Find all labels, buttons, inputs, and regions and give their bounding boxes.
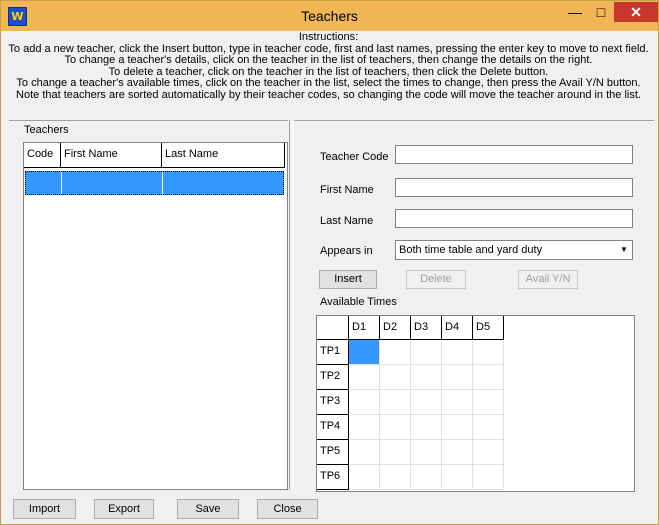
time-slot-cell[interactable] xyxy=(349,465,380,490)
row-cell-first-name xyxy=(62,172,163,194)
time-slot-cell[interactable] xyxy=(473,465,504,490)
last-name-input[interactable] xyxy=(395,209,633,228)
day-header[interactable]: D3 xyxy=(411,316,442,340)
first-name-label: First Name xyxy=(320,184,374,196)
appears-in-label: Appears in xyxy=(320,245,373,257)
time-slot-cell[interactable] xyxy=(442,340,473,365)
time-slot-cell[interactable] xyxy=(473,390,504,415)
time-slot-cell[interactable] xyxy=(380,365,411,390)
appears-in-select[interactable]: Both time table and yard duty ▼ xyxy=(395,240,633,260)
time-slot-cell[interactable] xyxy=(473,440,504,465)
day-header[interactable]: D4 xyxy=(442,316,473,340)
time-slot-cell[interactable] xyxy=(411,415,442,440)
time-slot-cell[interactable] xyxy=(380,340,411,365)
day-header[interactable]: D1 xyxy=(349,316,380,340)
time-slot-cell[interactable] xyxy=(349,365,380,390)
time-slot-cell[interactable] xyxy=(349,415,380,440)
row-cell-last-name xyxy=(163,172,283,194)
time-slot-cell[interactable] xyxy=(380,390,411,415)
instruction-line: To change a teacher's available times, c… xyxy=(16,77,641,89)
grid-corner xyxy=(317,316,349,340)
save-button[interactable]: Save xyxy=(177,499,239,519)
time-slot-cell[interactable] xyxy=(349,340,380,365)
time-slot-cell[interactable] xyxy=(442,465,473,490)
time-slot-cell[interactable] xyxy=(411,365,442,390)
time-slot-cell[interactable] xyxy=(349,390,380,415)
day-header[interactable]: D5 xyxy=(473,316,504,340)
time-slot-cell[interactable] xyxy=(380,465,411,490)
period-header[interactable]: TP4 xyxy=(317,415,349,440)
close-window-button[interactable]: ✕ xyxy=(614,2,658,22)
close-button[interactable]: Close xyxy=(257,499,318,519)
time-slot-cell[interactable] xyxy=(473,340,504,365)
time-slot-cell[interactable] xyxy=(411,340,442,365)
insert-button[interactable]: Insert xyxy=(319,270,377,289)
time-slot-cell[interactable] xyxy=(349,440,380,465)
period-header[interactable]: TP3 xyxy=(317,390,349,415)
instructions-heading: Instructions: xyxy=(298,31,359,43)
instruction-line: To change a teacher's details, click on … xyxy=(64,54,593,66)
teachers-label: Teachers xyxy=(24,124,69,136)
panel-splitter[interactable] xyxy=(289,120,293,490)
time-slot-cell[interactable] xyxy=(473,415,504,440)
instructions: Instructions: To add a new teacher, clic… xyxy=(0,31,657,101)
maximize-button[interactable]: □ xyxy=(588,2,614,22)
available-times-label: Available Times xyxy=(320,296,397,308)
period-header[interactable]: TP6 xyxy=(317,465,349,490)
window-title: Teachers xyxy=(301,8,358,24)
column-header-first-name[interactable]: First Name xyxy=(61,143,162,168)
time-slot-cell[interactable] xyxy=(411,440,442,465)
appears-in-value: Both time table and yard duty xyxy=(399,244,543,256)
teacher-code-input[interactable] xyxy=(395,145,633,164)
teachers-list[interactable]: Code First Name Last Name xyxy=(23,142,288,490)
minimize-button[interactable]: — xyxy=(562,2,588,22)
available-times-grid[interactable]: D1 D2 D3 D4 D5 TP1 TP2 TP3 TP4 TP5 TP6 xyxy=(316,315,635,492)
bottom-toolbar: Import Export Save Close xyxy=(0,492,657,523)
time-slot-cell[interactable] xyxy=(411,465,442,490)
time-slot-cell[interactable] xyxy=(442,440,473,465)
day-header[interactable]: D2 xyxy=(380,316,411,340)
time-slot-cell[interactable] xyxy=(442,365,473,390)
delete-button[interactable]: Delete xyxy=(406,270,466,289)
time-slot-cell[interactable] xyxy=(442,415,473,440)
period-header[interactable]: TP1 xyxy=(317,340,349,365)
instruction-line: Note that teachers are sorted automatica… xyxy=(16,88,641,101)
column-header-last-name[interactable]: Last Name xyxy=(162,143,285,168)
last-name-label: Last Name xyxy=(320,215,374,227)
time-slot-cell[interactable] xyxy=(473,365,504,390)
period-header[interactable]: TP5 xyxy=(317,440,349,465)
export-button[interactable]: Export xyxy=(94,499,154,519)
period-header[interactable]: TP2 xyxy=(317,365,349,390)
time-slot-cell[interactable] xyxy=(442,390,473,415)
teacher-code-label: Teacher Code xyxy=(320,151,389,163)
time-slot-cell[interactable] xyxy=(380,415,411,440)
avail-yn-button[interactable]: Avail Y/N xyxy=(518,270,578,289)
time-slot-cell[interactable] xyxy=(380,440,411,465)
title-bar[interactable]: W Teachers — □ ✕ xyxy=(1,1,658,31)
time-slot-cell[interactable] xyxy=(411,390,442,415)
chevron-down-icon[interactable]: ▼ xyxy=(618,243,630,257)
first-name-input[interactable] xyxy=(395,178,633,197)
row-cell-code xyxy=(26,172,62,194)
import-button[interactable]: Import xyxy=(13,499,76,519)
column-header-code[interactable]: Code xyxy=(24,143,61,168)
table-row[interactable] xyxy=(25,171,284,195)
